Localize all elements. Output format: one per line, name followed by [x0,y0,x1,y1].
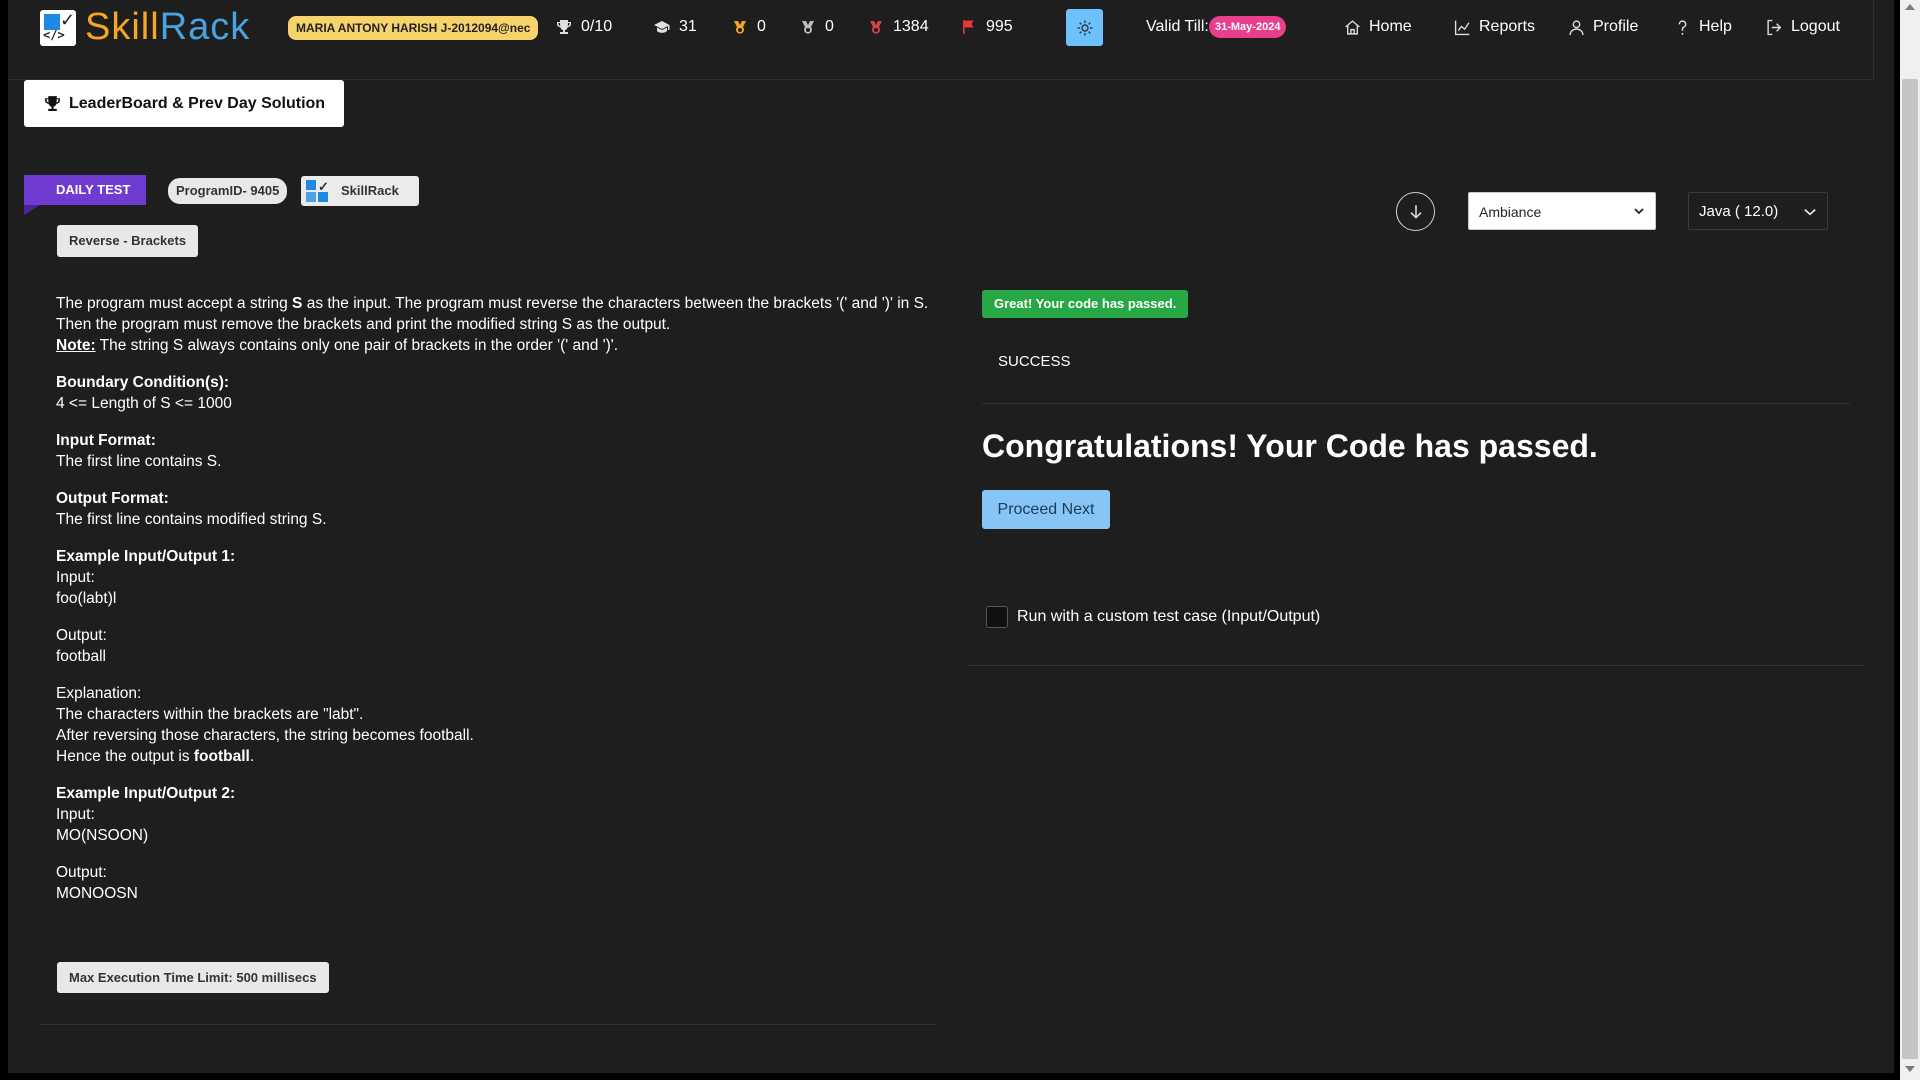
editor-theme-select[interactable]: Ambiance [1468,192,1656,230]
explanation-section: Explanation: The characters within the br… [56,685,474,765]
divider [968,665,1864,666]
leaderboard-label: LeaderBoard & Prev Day Solution [69,94,326,112]
nav-help[interactable]: Help [1674,18,1732,36]
chevron-down-icon [1804,209,1816,216]
scroll-down-arrow-icon[interactable] [1905,1066,1915,1072]
logo-icon: </> ✓ [40,10,76,46]
example1-input: Example Input/Output 1: Input: foo(labt)l [56,548,236,607]
nav-logout-label: Logout [1791,18,1840,35]
problem-statement: The program must accept a string S as th… [56,295,929,354]
divider [982,403,1850,404]
leaderboard-button[interactable]: LeaderBoard & Prev Day Solution [24,80,344,127]
stat-trophy-value: 0/10 [581,18,613,35]
sun-icon [1077,20,1092,35]
stat-silver-value: 0 [825,18,834,35]
home-icon [1345,19,1360,35]
output-format-section: Output Format: The first line contains mo… [56,490,327,528]
exec-time-limit: Max Execution Time Limit: 500 millisecs [57,962,329,993]
nav-logout[interactable]: Logout [1766,18,1840,36]
nav-reports[interactable]: Reports [1454,18,1535,36]
nav-help-label: Help [1699,18,1732,35]
stat-flag: 995 [961,18,1013,36]
example1-output: Output: football [56,627,107,665]
language-select[interactable]: Java ( 12.0) [1688,192,1828,230]
skillrack-badge-label: SkillRack [341,183,399,198]
proceed-next-button[interactable]: Proceed Next [982,490,1110,529]
congrats-heading: Congratulations! Your Code has passed. [982,428,1598,464]
skillrack-logo[interactable]: </> ✓ SkillRack [40,6,270,52]
nav-home-label: Home [1369,18,1412,35]
example2-output: Output: MONOOSN [56,864,138,902]
status-text: SUCCESS [998,353,1071,370]
custom-test-row[interactable]: Run with a custom test case (Input/Outpu… [986,606,1320,628]
stat-red: 1384 [868,18,929,36]
chevron-down-icon [1634,208,1644,215]
help-icon [1678,19,1687,35]
stat-gold-value: 0 [757,18,766,35]
profile-icon [1569,19,1584,35]
logo-text: SkillRack [85,6,251,48]
passed-badge: Great! Your code has passed. [982,290,1189,318]
valid-till-label: Valid Till: [1146,18,1209,35]
language-value: Java ( 12.0) [1699,203,1779,220]
scroll-thumb[interactable] [1902,79,1918,1059]
stat-silver: 0 [800,18,834,36]
divider [40,1024,936,1025]
user-badge: MARIA ANTONY HARISH J-2012094@nec [288,16,539,40]
problem-title: Reverse - Brackets [57,225,199,257]
daily-test-tag: DAILY TEST [24,175,146,215]
valid-till-date: 31-May-2024 [1209,16,1287,38]
theme-toggle-button[interactable] [1066,9,1103,46]
boundary-section: Boundary Condition(s): 4 <= Length of S <… [56,374,232,412]
page: </> ✓ SkillRack MARIA ANTONY HARISH J-20… [8,0,1894,1073]
nav-profile[interactable]: Profile [1568,18,1638,36]
editor-theme-value: Ambiance [1479,204,1542,220]
skillrack-badge: ✓ SkillRack [301,176,419,206]
stat-flag-value: 995 [986,18,1013,35]
gold-badge-icon [734,21,746,34]
program-id-badge: ProgramID- 9405 [168,178,288,204]
custom-test-label: Run with a custom test case (Input/Outpu… [1017,608,1321,625]
top-navbar: </> ✓ SkillRack MARIA ANTONY HARISH J-20… [8,0,1874,80]
trophy-icon [557,20,571,34]
logout-icon [1767,19,1782,35]
stat-courses: 31 [654,18,697,36]
stat-red-value: 1384 [893,18,929,35]
skillrack-mini-logo-icon: ✓ [306,179,330,204]
silver-badge-icon [802,21,814,34]
input-format-section: Input Format: The first line contains S. [56,432,222,470]
scroll-up-arrow-icon[interactable] [1905,4,1915,10]
trophy-icon [45,96,60,111]
flag-icon [963,20,974,34]
stat-trophy: 0/10 [556,18,612,36]
example2-input: Example Input/Output 2: Input: MO(NSOON) [56,785,236,844]
graduation-cap-icon [654,21,670,33]
reports-icon [1454,20,1470,35]
stat-gold: 0 [732,18,766,36]
download-button[interactable] [1396,192,1435,231]
red-badge-icon [870,21,882,34]
problem-description: The program must accept a string S as th… [56,293,936,920]
arrow-down-icon [1409,204,1422,219]
vertical-scrollbar[interactable] [1900,0,1920,1080]
nav-home[interactable]: Home [1344,18,1412,36]
nav-reports-label: Reports [1479,18,1536,35]
nav-profile-label: Profile [1593,18,1639,35]
note-label: Note: [56,337,96,354]
stat-courses-value: 31 [679,18,697,35]
custom-test-checkbox[interactable] [986,606,1008,628]
